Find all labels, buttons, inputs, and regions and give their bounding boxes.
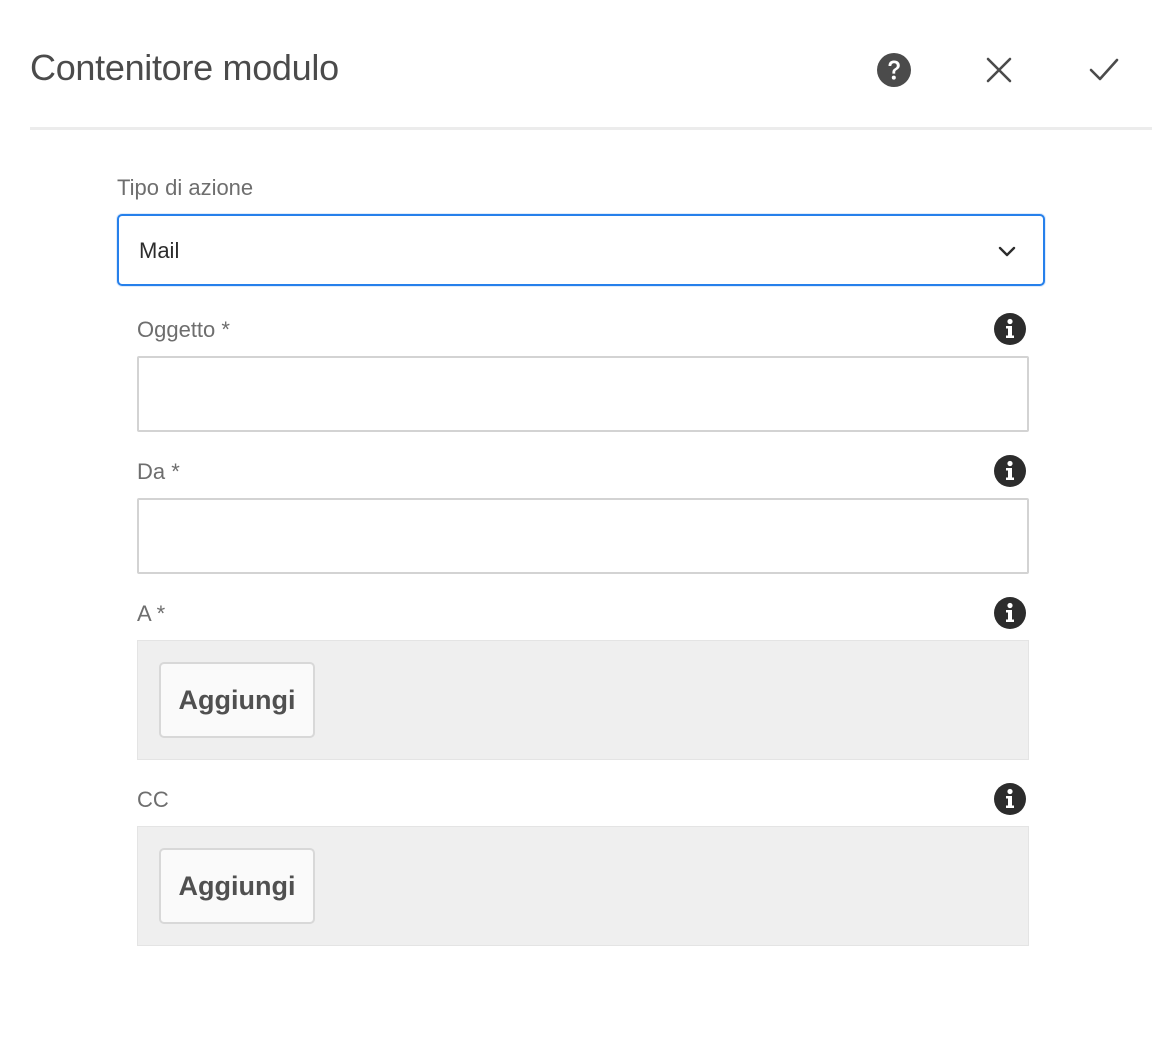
info-icon: [994, 783, 1026, 815]
help-circle-icon: [877, 53, 911, 87]
subject-info[interactable]: [993, 312, 1027, 346]
from-input[interactable]: [137, 498, 1029, 574]
from-info[interactable]: [993, 454, 1027, 488]
help-button[interactable]: [872, 48, 916, 92]
close-icon: [986, 57, 1012, 83]
cc-info[interactable]: [993, 782, 1027, 816]
action-type-select[interactable]: Mail: [117, 214, 1045, 286]
form-container-dialog: Contenitore modulo Tipo di azione Mail O…: [0, 0, 1164, 1048]
chevron-down-icon: [998, 246, 1016, 257]
to-multifield: Aggiungi: [137, 640, 1029, 760]
close-button[interactable]: [977, 48, 1021, 92]
from-label: Da *: [137, 459, 180, 484]
dialog-title: Contenitore modulo: [30, 47, 339, 88]
info-icon: [994, 313, 1026, 345]
cc-label: CC: [137, 787, 169, 812]
header-divider: [30, 127, 1152, 130]
action-type-label: Tipo di azione: [117, 175, 254, 200]
action-type-value: Mail: [139, 238, 180, 263]
done-button[interactable]: [1082, 48, 1126, 92]
cc-multifield: Aggiungi: [137, 826, 1029, 946]
info-icon: [994, 597, 1026, 629]
to-add-button[interactable]: Aggiungi: [159, 662, 315, 738]
checkmark-icon: [1089, 58, 1119, 81]
cc-add-button[interactable]: Aggiungi: [159, 848, 315, 924]
subject-label: Oggetto *: [137, 317, 230, 342]
subject-input[interactable]: [137, 356, 1029, 432]
info-icon: [994, 455, 1026, 487]
to-info[interactable]: [993, 596, 1027, 630]
to-label: A *: [137, 601, 166, 626]
